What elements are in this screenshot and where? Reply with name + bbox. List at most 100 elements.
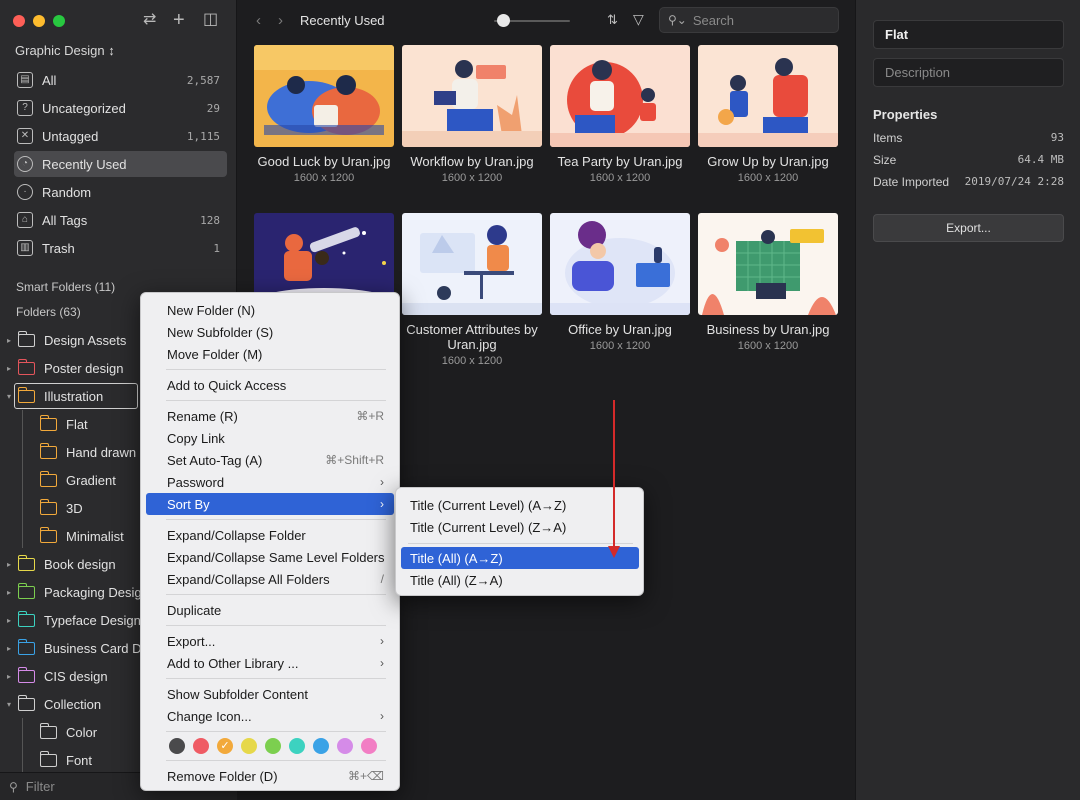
sort-option-title-current-az[interactable]: Title (Current Level) (A→Z) bbox=[401, 494, 639, 516]
folder-icon bbox=[39, 526, 57, 543]
sidebar-item-uncategorized[interactable]: ? Uncategorized 29 bbox=[14, 95, 227, 121]
asset-card[interactable]: Tea Party by Uran.jpg 1600 x 1200 bbox=[550, 45, 690, 184]
sort-option-title-all-az[interactable]: Title (All) (A→Z) bbox=[401, 547, 639, 569]
menu-item-show-subfolder-content[interactable]: Show Subfolder Content bbox=[146, 683, 394, 705]
color-swatch-yellow[interactable] bbox=[241, 738, 257, 754]
folder-icon bbox=[17, 554, 35, 571]
asset-name: Tea Party by Uran.jpg bbox=[557, 154, 683, 169]
menu-item-shortcut: ⌘+Shift+R bbox=[325, 453, 384, 467]
menu-item-label: Remove Folder (D) bbox=[167, 768, 278, 784]
menu-item-label: Password bbox=[167, 474, 225, 490]
menu-item-expand-collapse-folder[interactable]: Expand/Collapse Folder bbox=[146, 524, 394, 546]
prop-value: 2019/07/24 2:28 bbox=[964, 175, 1064, 188]
menu-item-expand-collapse-all[interactable]: Expand/Collapse All Folders / bbox=[146, 568, 394, 590]
menu-item-add-other-library[interactable]: Add to Other Library ... › bbox=[146, 652, 394, 674]
library-switcher[interactable]: Graphic Design ↕ bbox=[15, 43, 115, 58]
swap-library-icon[interactable]: ⇄ bbox=[143, 12, 156, 28]
expand-caret-icon[interactable]: ▸ bbox=[4, 364, 14, 373]
color-swatch-purple[interactable] bbox=[337, 738, 353, 754]
menu-item-export[interactable]: Export... › bbox=[146, 630, 394, 652]
expand-caret-icon[interactable]: ▸ bbox=[4, 336, 14, 345]
color-swatch-green[interactable] bbox=[265, 738, 281, 754]
color-swatch-pink[interactable] bbox=[361, 738, 377, 754]
menu-item-rename[interactable]: Rename (R) ⌘+R bbox=[146, 405, 394, 427]
collapse-caret-icon[interactable]: ▾ bbox=[4, 392, 14, 401]
menu-item-set-auto-tag[interactable]: Set Auto-Tag (A) ⌘+Shift+R bbox=[146, 449, 394, 471]
search-input[interactable]: ⚲⌄ Search bbox=[659, 7, 839, 33]
sidebar-item-untagged[interactable]: ✕ Untagged 1,115 bbox=[14, 123, 227, 149]
sort-option-title-all-za[interactable]: Title (All) (Z→A) bbox=[401, 569, 639, 591]
sidebar-toggle-icon[interactable]: ◫ bbox=[203, 12, 218, 28]
expand-caret-icon[interactable]: ▸ bbox=[4, 560, 14, 569]
expand-caret-icon[interactable]: ▸ bbox=[4, 588, 14, 597]
collapse-caret-icon[interactable]: ▾ bbox=[4, 700, 14, 709]
description-field[interactable]: Description bbox=[873, 58, 1064, 87]
menu-item-copy-link[interactable]: Copy Link bbox=[146, 427, 394, 449]
add-icon[interactable]: + bbox=[173, 10, 185, 30]
menu-item-expand-collapse-same-level[interactable]: Expand/Collapse Same Level Folders bbox=[146, 546, 394, 568]
color-swatch-red[interactable] bbox=[193, 738, 209, 754]
asset-card[interactable]: Workflow by Uran.jpg 1600 x 1200 bbox=[402, 45, 542, 184]
sidebar-item-trash[interactable]: ▥ Trash 1 bbox=[14, 235, 227, 261]
folders-header[interactable]: Folders (63) bbox=[16, 305, 81, 319]
menu-item-label: Sort By bbox=[167, 496, 210, 512]
menu-item-remove-folder[interactable]: Remove Folder (D) ⌘+⌫ bbox=[146, 765, 394, 787]
color-swatch-aqua[interactable] bbox=[289, 738, 305, 754]
search-icon: ⚲⌄ bbox=[668, 13, 687, 27]
asset-dimensions: 1600 x 1200 bbox=[589, 340, 651, 352]
asset-card[interactable]: Grow Up by Uran.jpg 1600 x 1200 bbox=[698, 45, 838, 184]
asset-name: Office by Uran.jpg bbox=[568, 322, 672, 337]
prop-items: Items 93 bbox=[873, 131, 1064, 149]
sidebar-item-count: 128 bbox=[200, 213, 220, 227]
menu-item-new-subfolder[interactable]: New Subfolder (S) bbox=[146, 321, 394, 343]
prop-value: 64.4 MB bbox=[1017, 153, 1064, 166]
menu-item-sort-by[interactable]: Sort By › bbox=[146, 493, 394, 515]
asset-card[interactable]: Office by Uran.jpg 1600 x 1200 bbox=[550, 213, 690, 352]
color-swatch-gray[interactable] bbox=[169, 738, 185, 754]
menu-item-label: Expand/Collapse Same Level Folders bbox=[167, 549, 385, 565]
sidebar-item-recently-used[interactable]: ◔ Recently Used bbox=[14, 151, 227, 177]
expand-caret-icon[interactable]: ▸ bbox=[4, 616, 14, 625]
untagged-icon: ✕ bbox=[17, 128, 33, 144]
menu-item-new-folder[interactable]: New Folder (N) bbox=[146, 299, 394, 321]
filter-input[interactable]: Filter bbox=[26, 779, 55, 794]
color-swatch-orange-selected[interactable]: ✓ bbox=[217, 738, 233, 754]
asset-card[interactable]: Customer Attributes by Uran.jpg 1600 x 1… bbox=[402, 213, 542, 367]
sidebar-item-all-tags[interactable]: ⌂ All Tags 128 bbox=[14, 207, 227, 233]
close-window-button[interactable] bbox=[13, 15, 25, 27]
folder-icon bbox=[39, 750, 57, 767]
menu-item-password[interactable]: Password › bbox=[146, 471, 394, 493]
menu-separator bbox=[166, 519, 386, 520]
sidebar-item-all[interactable]: ▤ All 2,587 bbox=[14, 67, 227, 93]
menu-item-label: New Folder (N) bbox=[167, 302, 256, 318]
expand-caret-icon[interactable]: ▸ bbox=[4, 644, 14, 653]
menu-item-add-quick-access[interactable]: Add to Quick Access bbox=[146, 374, 394, 396]
folder-name-field[interactable]: Flat bbox=[873, 20, 1064, 49]
smart-folders-header[interactable]: Smart Folders (11) bbox=[16, 280, 115, 294]
minimize-window-button[interactable] bbox=[33, 15, 45, 27]
slider-handle[interactable] bbox=[497, 14, 510, 27]
zoom-window-button[interactable] bbox=[53, 15, 65, 27]
menu-item-change-icon[interactable]: Change Icon... › bbox=[146, 705, 394, 727]
menu-item-duplicate[interactable]: Duplicate bbox=[146, 599, 394, 621]
filter-icon[interactable]: ▽ bbox=[633, 11, 644, 28]
sort-icon[interactable]: ⇅ bbox=[607, 12, 618, 28]
search-icon: ⚲ bbox=[9, 779, 18, 794]
asset-card[interactable]: Business by Uran.jpg 1600 x 1200 bbox=[698, 213, 838, 352]
folder-icon bbox=[39, 498, 57, 515]
export-button[interactable]: Export... bbox=[873, 214, 1064, 242]
menu-item-move-folder[interactable]: Move Folder (M) bbox=[146, 343, 394, 365]
back-button[interactable]: ‹ bbox=[256, 12, 261, 29]
chevron-right-icon: › bbox=[380, 634, 384, 648]
lightbulb-icon: · bbox=[17, 184, 33, 200]
folder-icon bbox=[17, 638, 35, 655]
expand-caret-icon[interactable]: ▸ bbox=[4, 672, 14, 681]
sort-option-title-current-za[interactable]: Title (Current Level) (Z→A) bbox=[401, 516, 639, 538]
color-swatch-blue[interactable] bbox=[313, 738, 329, 754]
forward-button[interactable]: › bbox=[278, 12, 283, 29]
chevron-right-icon: › bbox=[380, 656, 384, 670]
sidebar-item-random[interactable]: · Random bbox=[14, 179, 227, 205]
asset-card[interactable]: Good Luck by Uran.jpg 1600 x 1200 bbox=[254, 45, 394, 184]
asset-dimensions: 1600 x 1200 bbox=[293, 172, 355, 184]
toolbar: ‹ › Recently Used ⇅ ▽ ⚲⌄ Search bbox=[237, 0, 855, 40]
